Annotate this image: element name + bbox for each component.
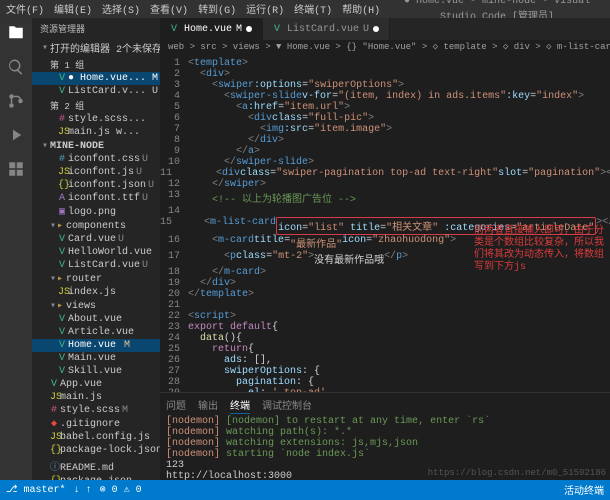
- menu-goto[interactable]: 转到(G): [198, 1, 236, 17]
- folder-components[interactable]: ▾▸components: [32, 219, 160, 233]
- search-icon[interactable]: [7, 58, 25, 80]
- file-pkg[interactable]: {}package.json: [32, 475, 160, 480]
- open-editors-header[interactable]: ▾打开的编辑器 2个未保存: [32, 39, 160, 57]
- annotation-text: 前两者直接输入即可，由于分类是个数组比较复杂，所以我们将其改为动态传入，将数组写…: [474, 226, 604, 274]
- project-header[interactable]: ▾MINE-NODE: [32, 139, 160, 153]
- file-article[interactable]: VArticle.vue: [32, 326, 160, 339]
- status-sync[interactable]: ↓ ↑: [74, 485, 92, 496]
- menubar[interactable]: 文件(F) 编辑(E) 选择(S) 查看(V) 转到(G) 运行(R) 终端(T…: [0, 0, 610, 18]
- code-editor[interactable]: 前两者直接输入即可，由于分类是个数组比较复杂，所以我们将其改为动态传入，将数组写…: [160, 56, 610, 392]
- terminal-panel[interactable]: 问题 输出 终端 调试控制台 [nodemon] [nodemon] to re…: [160, 392, 610, 480]
- menu-help[interactable]: 帮助(H): [342, 1, 380, 17]
- file-logo[interactable]: ▣logo.png: [32, 205, 160, 219]
- file-app[interactable]: VApp.vue: [32, 378, 160, 391]
- file-readme[interactable]: ⓘREADME.md: [32, 457, 160, 475]
- file-iconfont-ttf[interactable]: Aiconfont.ttfU: [32, 192, 160, 205]
- menu-term[interactable]: 终端(T): [294, 1, 332, 17]
- extensions-icon[interactable]: [7, 160, 25, 182]
- folder-views[interactable]: ▾▸views: [32, 299, 160, 313]
- file-iconfont-css[interactable]: #iconfont.cssU: [32, 153, 160, 166]
- group-1: 第 1 组: [32, 57, 160, 72]
- debug-icon[interactable]: [7, 126, 25, 148]
- file-iconfont-json[interactable]: {}iconfont.jsonU: [32, 179, 160, 192]
- tab-home[interactable]: VHome.vue M: [160, 18, 263, 40]
- activity-bar: [0, 18, 32, 480]
- status-errors[interactable]: ⊗ 0 ⚠ 0: [100, 484, 142, 496]
- watermark: https://blog.csdn.net/m0_51592186: [428, 468, 606, 478]
- tab-debug[interactable]: 调试控制台: [262, 397, 312, 414]
- editor-tabs: VHome.vue M VListCard.vue U: [160, 18, 610, 40]
- breadcrumb[interactable]: web > src > views > ▼ Home.vue > {} "Hom…: [160, 40, 610, 56]
- file-home[interactable]: VHome.vue M: [32, 339, 160, 352]
- file-hello[interactable]: VHelloWorld.vue: [32, 246, 160, 259]
- file-main[interactable]: VMain.vue: [32, 352, 160, 365]
- menu-sel[interactable]: 选择(S): [102, 1, 140, 17]
- file-mainjs[interactable]: JSmain.js: [32, 391, 160, 404]
- file-iconfont-js[interactable]: JSiconfont.jsU: [32, 166, 160, 179]
- status-branch[interactable]: ⎇ master*: [6, 484, 66, 496]
- menu-edit[interactable]: 编辑(E): [54, 1, 92, 17]
- status-right[interactable]: 活动终端: [564, 482, 604, 498]
- folder-router[interactable]: ▾▸router: [32, 272, 160, 286]
- menu-file[interactable]: 文件(F): [6, 1, 44, 17]
- explorer-icon[interactable]: [7, 24, 25, 46]
- menu-view[interactable]: 查看(V): [150, 1, 188, 17]
- scm-icon[interactable]: [7, 92, 25, 114]
- explorer-sidebar: 资源管理器 ▾打开的编辑器 2个未保存 第 1 组 V● Home.vue...…: [32, 18, 160, 480]
- open-editor-home[interactable]: V● Home.vue... M: [32, 72, 160, 85]
- sidebar-title: 资源管理器: [32, 18, 160, 39]
- tab-output[interactable]: 输出: [198, 397, 218, 414]
- tab-terminal[interactable]: 终端: [230, 397, 250, 414]
- open-editor-listcard[interactable]: VListCard.v... U: [32, 85, 160, 98]
- file-babel[interactable]: JSbabel.config.js: [32, 431, 160, 444]
- file-indexjs[interactable]: JSindex.js: [32, 286, 160, 299]
- group-2: 第 2 组: [32, 98, 160, 113]
- open-editor-mainjs[interactable]: JSmain.js w...: [32, 126, 160, 139]
- file-skill[interactable]: VSkill.vue: [32, 365, 160, 378]
- editor-area: VHome.vue M VListCard.vue U web > src > …: [160, 18, 610, 480]
- status-bar: ⎇ master* ↓ ↑ ⊗ 0 ⚠ 0 活动终端: [0, 480, 610, 500]
- tab-listcard[interactable]: VListCard.vue U: [263, 18, 390, 40]
- file-pkglock[interactable]: {}package-lock.json: [32, 444, 160, 457]
- tab-problems[interactable]: 问题: [166, 397, 186, 414]
- menu-run[interactable]: 运行(R): [246, 1, 284, 17]
- open-editor-style[interactable]: #style.scss...: [32, 113, 160, 126]
- file-about[interactable]: VAbout.vue: [32, 313, 160, 326]
- file-stylescss[interactable]: #style.scssM: [32, 404, 160, 417]
- file-card[interactable]: VCard.vueU: [32, 233, 160, 246]
- terminal-tabs: 问题 输出 终端 调试控制台: [166, 395, 604, 416]
- file-gitignore[interactable]: ◆.gitignore: [32, 417, 160, 431]
- file-listcard[interactable]: VListCard.vueU: [32, 259, 160, 272]
